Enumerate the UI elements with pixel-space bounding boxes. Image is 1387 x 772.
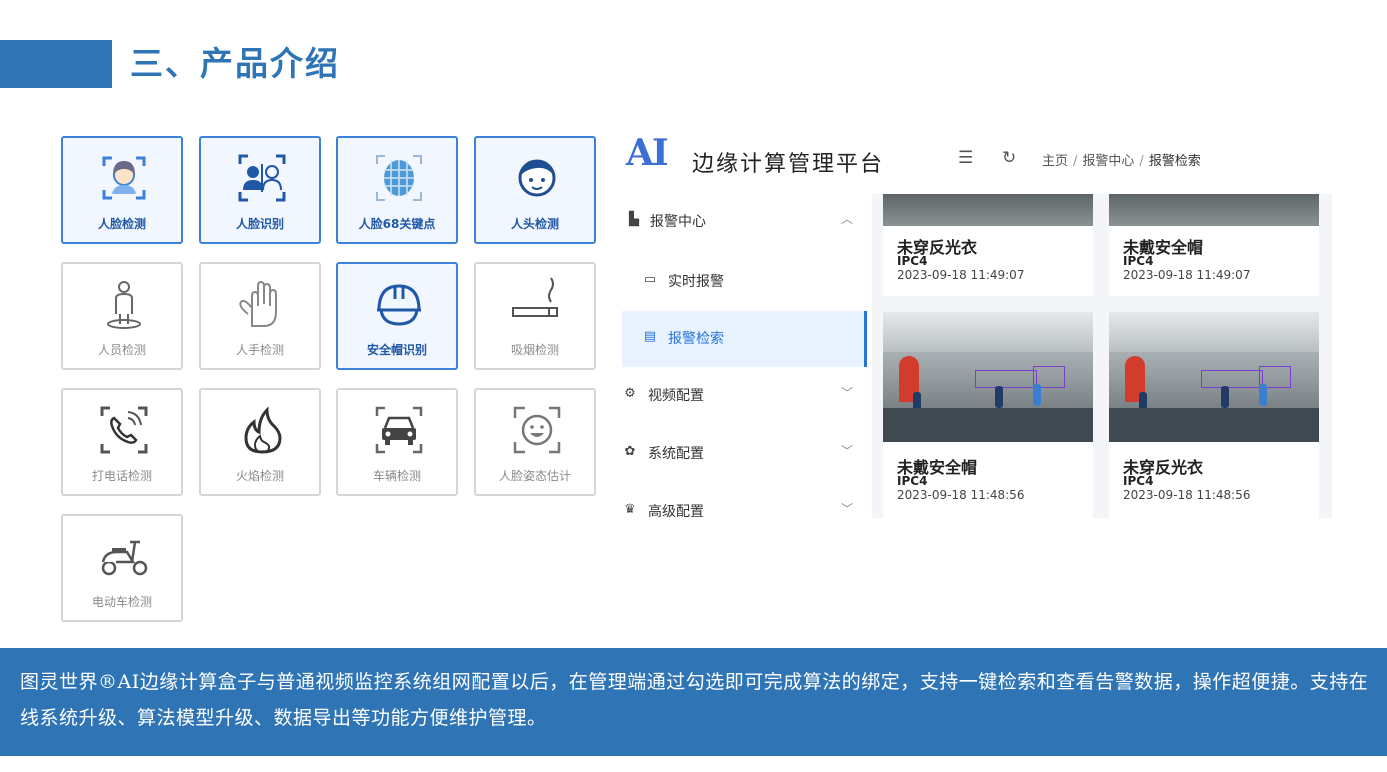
algo-hand-detection[interactable]: 人手检测: [199, 262, 321, 370]
algo-label: 人头检测: [510, 217, 559, 231]
car-icon: [375, 406, 423, 454]
algo-face-recognition[interactable]: 人脸识别: [199, 136, 321, 244]
menu-label: 系统配置: [648, 446, 704, 462]
alarm-snapshot: [1109, 194, 1319, 226]
phone-call-icon: [100, 406, 148, 454]
algo-label: 安全帽识别: [366, 343, 427, 357]
alarm-time: 2023-09-18 11:48:56: [1123, 488, 1251, 502]
section-title: 三、产品介绍: [130, 44, 340, 83]
scooter-icon: [101, 540, 148, 576]
algo-label: 火焰检测: [235, 469, 284, 483]
algo-phone-call-detection[interactable]: 打电话检测: [61, 388, 183, 496]
helmet-icon: [377, 284, 421, 326]
alarm-snapshot: [883, 194, 1093, 226]
algo-label: 吸烟检测: [510, 343, 559, 357]
chevron-down-icon: ﹀: [840, 444, 853, 458]
section-accent-bar: [0, 40, 112, 88]
algo-label: 车辆检测: [372, 469, 421, 483]
algo-flame-detection[interactable]: 火焰检测: [199, 388, 321, 496]
menu-label: 报警中心: [650, 214, 706, 230]
refresh-icon[interactable]: ↻: [1002, 148, 1016, 168]
face-id-icon: [238, 154, 286, 202]
description-text: 图灵世界®AI边缘计算盒子与普通视频监控系统组网配置以后，在管理端通过勾选即可完…: [20, 671, 1369, 729]
cigarette-icon: [512, 277, 558, 317]
alarm-icon: ▙: [629, 212, 639, 227]
alarm-device: IPC4: [1123, 254, 1154, 268]
alarm-time: 2023-09-18 11:49:07: [897, 268, 1025, 282]
sidebar: ▙ 报警中心 ︿ ▭ 实时报警 ▤ 报警检索 ⚙ 视频配置 ﹀ ✿ 系统配置 ﹀…: [622, 194, 867, 518]
menu-realtime-alarm[interactable]: ▭ 实时报警: [622, 254, 867, 310]
alarm-card[interactable]: 未穿反光衣 IPC4 2023-09-18 11:49:07: [883, 194, 1093, 296]
breadcrumb: 主页 / 报警中心 / 报警检索: [1042, 154, 1201, 169]
menu-label: 视频配置: [648, 388, 704, 404]
algo-label: 电动车检测: [91, 595, 152, 609]
alarm-results: 未穿反光衣 IPC4 2023-09-18 11:49:07 未戴安全帽 IPC…: [872, 194, 1332, 518]
algo-helmet-recognition[interactable]: 安全帽识别: [336, 262, 458, 370]
menu-system-config[interactable]: ✿ 系统配置 ﹀: [622, 426, 867, 482]
hand-icon: [239, 280, 277, 327]
algo-e-bike-detection[interactable]: 电动车检测: [61, 514, 183, 622]
breadcrumb-alarm-search: 报警检索: [1148, 154, 1201, 169]
description-banner: 图灵世界®AI边缘计算盒子与普通视频监控系统组网配置以后，在管理端通过勾选即可完…: [0, 648, 1387, 756]
menu-video-config[interactable]: ⚙ 视频配置 ﹀: [622, 368, 867, 424]
algo-label: 人脸姿态估计: [498, 469, 571, 483]
platform-screenshot: AI 边缘计算管理平台 ☰ ↻ 主页 / 报警中心 / 报警检索 ▙ 报警中心 ︿ ▭ …: [622, 118, 1332, 518]
video-settings-icon: ⚙: [624, 386, 636, 401]
chevron-down-icon: ﹀: [840, 386, 853, 400]
algo-label: 人脸识别: [235, 217, 284, 231]
algo-face-pose-estimation[interactable]: 人脸姿态估计: [474, 388, 596, 496]
alarm-time: 2023-09-18 11:48:56: [897, 488, 1025, 502]
algo-label: 人手检测: [235, 343, 284, 357]
alarm-card[interactable]: 未戴安全帽 IPC4 2023-09-18 11:49:07: [1109, 194, 1319, 296]
alarm-device: IPC4: [897, 474, 928, 488]
alarm-time: 2023-09-18 11:49:07: [1123, 268, 1251, 282]
menu-label: 高级配置: [648, 504, 704, 518]
algo-face-detection[interactable]: 人脸检测: [61, 136, 183, 244]
alarm-card[interactable]: 未戴安全帽 IPC4 2023-09-18 11:48:56: [883, 312, 1093, 518]
alarm-device: IPC4: [897, 254, 928, 268]
algo-label: 打电话检测: [91, 469, 152, 483]
menu-alarm-center[interactable]: ▙ 报警中心 ︿: [622, 194, 867, 250]
algo-face-68-keypoints[interactable]: 人脸68关键点: [336, 136, 458, 244]
list-icon: ▤: [643, 329, 657, 344]
monitor-icon: ▭: [643, 272, 657, 287]
menu-alarm-search[interactable]: ▤ 报警检索: [622, 311, 867, 367]
collapse-menu-icon[interactable]: ☰: [958, 148, 973, 168]
alarm-snapshot: [883, 312, 1093, 442]
ai-logo: AI: [626, 132, 669, 174]
algo-vehicle-detection[interactable]: 车辆检测: [336, 388, 458, 496]
algo-person-detection[interactable]: 人员检测: [61, 262, 183, 370]
person-icon: [107, 281, 141, 329]
gear-icon: ✿: [624, 444, 636, 459]
algo-label: 人脸检测: [97, 217, 146, 231]
alarm-card[interactable]: 未穿反光衣 IPC4 2023-09-18 11:48:56: [1109, 312, 1319, 518]
algo-label: 人脸68关键点: [358, 217, 436, 231]
alarm-device: IPC4: [1123, 474, 1154, 488]
algo-label: 人员检测: [97, 343, 146, 357]
head-icon: [518, 159, 556, 197]
menu-label: 报警检索: [668, 331, 724, 347]
face-mesh-icon: [376, 155, 422, 201]
menu-label: 实时报警: [668, 274, 724, 290]
advanced-icon: ♛: [624, 502, 636, 517]
menu-advanced-config[interactable]: ♛ 高级配置 ﹀: [622, 484, 867, 518]
chevron-down-icon: ﹀: [840, 502, 853, 516]
breadcrumb-home[interactable]: 主页: [1042, 154, 1068, 169]
face-pose-icon: [513, 406, 561, 454]
alarm-snapshot: [1109, 312, 1319, 442]
face-frame-icon: [102, 156, 146, 200]
chevron-up-icon: ︿: [840, 212, 853, 226]
breadcrumb-alarm-center[interactable]: 报警中心: [1082, 154, 1134, 169]
algo-smoking-detection[interactable]: 吸烟检测: [474, 262, 596, 370]
app-title: 边缘计算管理平台: [692, 152, 885, 177]
flame-icon: [244, 406, 282, 454]
algo-head-detection[interactable]: 人头检测: [474, 136, 596, 244]
